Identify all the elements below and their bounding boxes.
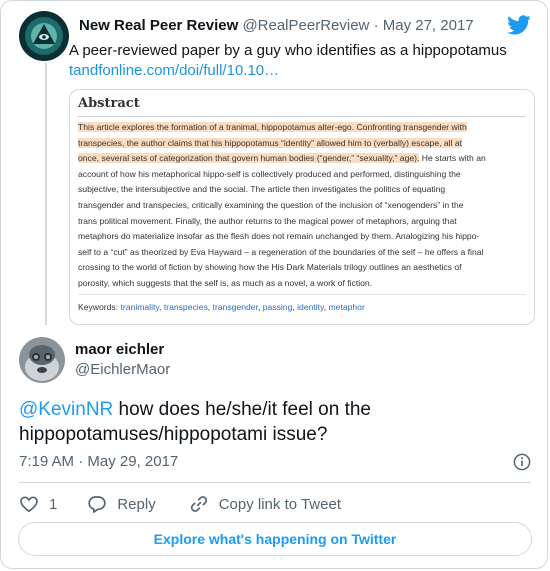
action-divider [19, 482, 531, 483]
abstract-bottom-divider [78, 294, 526, 295]
abstract-text-run: transgender and transpecies, critically … [78, 199, 464, 210]
reply-handle[interactable]: @EichlerMaor [75, 361, 170, 378]
abstract-text-run: metaphors do materialize insofar as the … [78, 231, 480, 242]
tweet-link[interactable]: tandfonline.com/doi/full/10.10… [69, 61, 279, 81]
tweet-header: New Real Peer Review @RealPeerReview · M… [79, 17, 474, 34]
abstract-line: trans political movement. Finally, the a… [78, 214, 530, 230]
abstract-body: This article explores the formation of a… [78, 120, 530, 292]
keyword-link: tranimality [120, 302, 160, 312]
keyword-link: passing [262, 302, 293, 312]
highlighted-text: once, several sets of categorization tha… [78, 153, 420, 164]
abstract-text-run: account of how his metaphorical hippo-se… [78, 168, 461, 179]
abstract-line: This article explores the formation of a… [78, 120, 530, 136]
link-icon [190, 496, 207, 512]
like-button[interactable]: 1 [19, 493, 57, 515]
handle[interactable]: @RealPeerReview [242, 17, 369, 34]
abstract-line: account of how his metaphorical hippo-se… [78, 167, 530, 183]
thread-connector-line [45, 63, 47, 325]
tweet-embed-card: New Real Peer Review @RealPeerReview · M… [0, 0, 548, 569]
info-icon[interactable] [513, 453, 531, 471]
tweet-date[interactable]: May 27, 2017 [383, 17, 474, 34]
abstract-line: porosity, which suggests that the self i… [78, 276, 530, 292]
abstract-text-run: crossing to the world of fiction by show… [78, 262, 462, 273]
reply-text: @KevinNR how does he/she/it feel on the … [19, 397, 519, 447]
keyword-link: metaphor [328, 302, 365, 312]
reply-display-name[interactable]: maor eichler [75, 341, 164, 358]
attached-image-abstract[interactable]: Abstract This article explores the forma… [69, 89, 535, 325]
explore-twitter-button[interactable]: Explore what's happening on Twitter [18, 522, 532, 556]
mention-link[interactable]: @KevinNR [19, 399, 113, 420]
tweet-text: A peer-reviewed paper by a guy who ident… [69, 42, 507, 59]
meta-separator: · [373, 17, 379, 34]
abstract-text-run: He starts with an [419, 153, 486, 164]
abstract-text-run: self to a “cut” as theorized by Eva Hayw… [78, 246, 484, 257]
parent-tweet[interactable]: New Real Peer Review @RealPeerReview · M… [1, 1, 547, 329]
heart-icon [20, 496, 38, 513]
reply-avatar[interactable] [19, 337, 65, 383]
reply-label: Reply [117, 495, 156, 513]
twitter-bird-icon[interactable] [507, 15, 531, 35]
copy-link-button[interactable]: Copy link to Tweet [189, 493, 341, 515]
abstract-line: subjective, the intersubjective and the … [78, 182, 530, 198]
abstract-text-run: porosity, which suggests that the self i… [78, 277, 373, 288]
abstract-line: crossing to the world of fiction by show… [78, 260, 530, 276]
copy-link-label: Copy link to Tweet [218, 495, 341, 513]
abstract-text-run: subjective, the intersubjective and the … [78, 184, 446, 195]
abstract-keywords: Keywords: tranimality, transpecies, tran… [78, 302, 365, 312]
highlighted-text: transpecies, the author claims that his … [78, 137, 463, 148]
keyword-link: identity [297, 302, 324, 312]
like-count: 1 [49, 495, 58, 513]
reply-timestamp[interactable]: 7:19 AM · May 29, 2017 [19, 453, 178, 470]
abstract-line: metaphors do materialize insofar as the … [78, 229, 530, 245]
abstract-title: Abstract [78, 96, 140, 111]
reply-bubble-icon [88, 496, 106, 513]
keywords-label: Keywords: [78, 302, 119, 312]
display-name[interactable]: New Real Peer Review [79, 17, 238, 34]
keyword-link: transpecies [163, 302, 208, 312]
abstract-line: transpecies, the author claims that his … [78, 136, 530, 152]
keyword-link: transgender [212, 302, 258, 312]
reply-button[interactable]: Reply [87, 493, 156, 515]
highlighted-text: This article explores the formation of a… [78, 122, 467, 132]
abstract-line: self to a “cut” as theorized by Eva Hayw… [78, 245, 530, 261]
action-bar: 1 Reply Copy link to Tweet [19, 493, 341, 515]
avatar[interactable] [19, 11, 69, 61]
abstract-line: once, several sets of categorization tha… [78, 151, 530, 167]
abstract-divider [78, 116, 526, 117]
abstract-text-run: trans political movement. Finally, the a… [78, 215, 457, 226]
abstract-line: transgender and transpecies, critically … [78, 198, 530, 214]
